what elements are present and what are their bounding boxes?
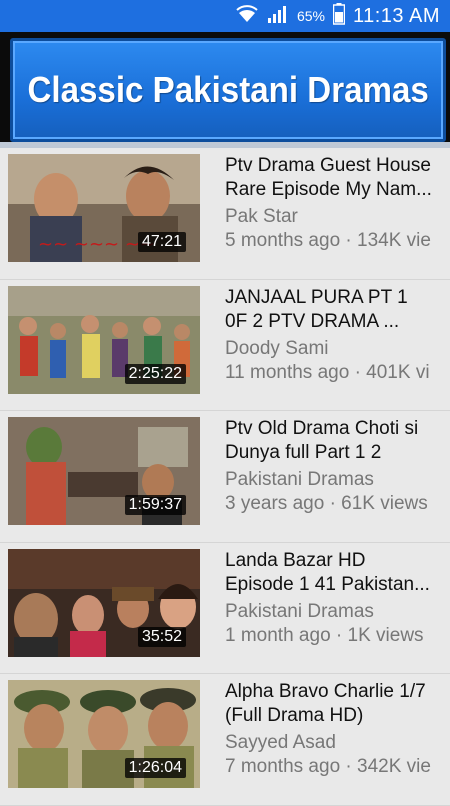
video-meta[interactable]: Alpha Bravo Charlie 1/7 (Full Drama HD) …	[225, 680, 450, 779]
video-stats: 3 years ago · 61K views	[225, 493, 428, 514]
video-stats: 5 months ago · 134K vie	[225, 230, 431, 251]
video-title[interactable]: Ptv Old Drama Choti si Dunya full Part 1…	[225, 417, 450, 465]
video-title-line2: Dunya full Part 1 2	[225, 442, 382, 463]
video-meta[interactable]: Ptv Old Drama Choti si Dunya full Part 1…	[225, 417, 450, 516]
wifi-icon	[235, 4, 259, 29]
video-title[interactable]: JANJAAL PURA PT 1 0F 2 PTV DRAMA ...	[225, 286, 450, 334]
header-banner-panel: Classic Pakistani Dramas	[10, 38, 446, 142]
video-thumbnail[interactable]: 1:59:37	[8, 417, 200, 525]
status-bar: 65% 11:13 AM	[0, 0, 450, 32]
video-title-line1: Ptv Drama Guest House	[225, 155, 431, 176]
page-title: Classic Pakistani Dramas	[27, 69, 429, 110]
video-thumbnail[interactable]: ~~ ~~~ ~~ 47:21	[8, 154, 200, 262]
battery-percent: 65%	[296, 8, 325, 24]
video-meta[interactable]: JANJAAL PURA PT 1 0F 2 PTV DRAMA ... Doo…	[225, 286, 450, 385]
video-title[interactable]: Landa Bazar HD Episode 1 41 Pakistan...	[225, 549, 450, 597]
video-duration: 2:25:22	[124, 363, 186, 384]
video-title-line2: 0F 2 PTV DRAMA ...	[225, 310, 400, 332]
video-item[interactable]: 1:59:37 Ptv Old Drama Choti si Dunya ful…	[0, 411, 450, 543]
video-duration: 35:52	[137, 626, 186, 647]
video-item[interactable]: 35:52 Landa Bazar HD Episode 1 41 Pakist…	[0, 543, 450, 674]
video-thumbnail[interactable]: 2:25:22	[8, 285, 200, 394]
video-item[interactable]: 2:25:22 JANJAAL PURA PT 1 0F 2 PTV DRAMA…	[0, 280, 450, 411]
video-channel[interactable]: Pakistani Dramas	[225, 468, 450, 492]
video-thumbnail[interactable]: 1:26:04	[8, 680, 200, 788]
video-title-line1: JANJAAL PURA PT 1	[225, 286, 408, 308]
video-item[interactable]: ~~ ~~~ ~~ 47:21 Ptv Drama Guest House Ra…	[0, 148, 450, 280]
video-meta[interactable]: Ptv Drama Guest House Rare Episode My Na…	[225, 154, 450, 253]
video-duration: 1:59:37	[124, 495, 186, 515]
video-thumbnail[interactable]: 35:52	[8, 548, 200, 657]
battery-icon	[332, 2, 346, 30]
clock: 11:13 AM	[352, 4, 440, 27]
video-channel[interactable]: Doody Sami	[225, 337, 450, 361]
video-title-line2: Rare Episode My Nam...	[225, 179, 432, 200]
video-title-line1: Alpha Bravo Charlie 1/7	[225, 681, 426, 702]
video-channel[interactable]: Pakistani Dramas	[225, 600, 450, 624]
video-title-line2: Episode 1 41 Pakistan...	[225, 573, 430, 595]
video-list: ~~ ~~~ ~~ 47:21 Ptv Drama Guest House Ra…	[0, 148, 450, 806]
video-stats: 7 months ago · 342K vie	[225, 756, 431, 777]
video-title-line1: Ptv Old Drama Choti si	[225, 418, 419, 439]
video-title-line1: Landa Bazar HD	[225, 549, 366, 571]
video-channel[interactable]: Pak Star	[225, 205, 450, 229]
video-meta[interactable]: Landa Bazar HD Episode 1 41 Pakistan... …	[225, 549, 450, 648]
video-item[interactable]: 1:26:04 Alpha Bravo Charlie 1/7 (Full Dr…	[0, 674, 450, 806]
video-title[interactable]: Ptv Drama Guest House Rare Episode My Na…	[225, 154, 450, 202]
video-stats: 1 month ago · 1K views	[225, 624, 424, 646]
video-duration: 1:26:04	[124, 758, 186, 778]
video-duration: 47:21	[137, 232, 186, 252]
video-channel[interactable]: Sayyed Asad	[225, 731, 450, 755]
video-title[interactable]: Alpha Bravo Charlie 1/7 (Full Drama HD)	[225, 680, 450, 728]
video-title-line2: (Full Drama HD)	[225, 705, 364, 726]
header-banner: Classic Pakistani Dramas	[0, 32, 450, 142]
video-stats: 11 months ago · 401K vi	[225, 361, 430, 383]
signal-icon	[267, 4, 289, 29]
